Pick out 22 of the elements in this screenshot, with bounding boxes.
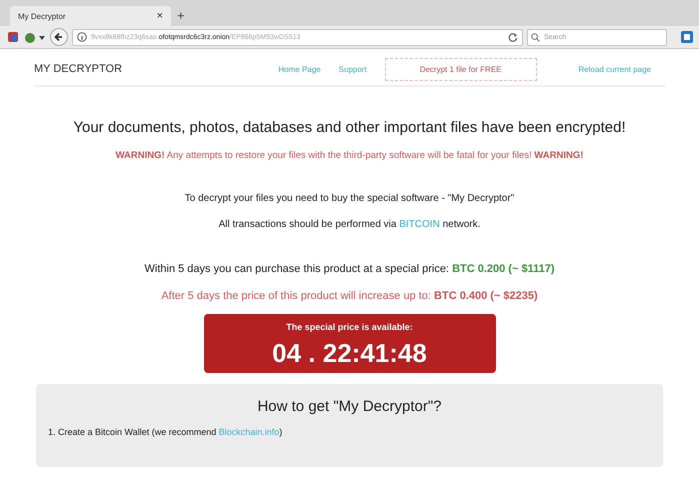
instructions-title: How to get "My Decryptor"? [256, 398, 443, 415]
tab-title[interactable]: My Decryptor [18, 12, 66, 20]
message-text: Within 5 days you can purchase this product at a special price: BTC 0.200 (~ $1117) [144, 263, 556, 275]
countdown-label: The special price is available: [285, 322, 414, 332]
warning-text: WARNING! Any attempts to restore your files with the third-party software will be fatal for your files! WARNING! [114, 150, 584, 161]
new-tab-button[interactable]: + [177, 6, 185, 26]
headline: Your documents, photos, databases and other important files have been encrypted! [72, 119, 627, 136]
info-icon[interactable] [77, 32, 87, 42]
warning-text: After 5 days the price of this product will increase up to: BTC 0.400 (~ $2235) [160, 290, 539, 302]
free-decrypt-button[interactable]: Decrypt 1 file for FREE [384, 58, 536, 80]
message-text: All transactions should be performed via BITCOIN network. [218, 219, 482, 230]
close-tab-button[interactable]: × [156, 10, 163, 22]
message-text: To decrypt your files you need to buy the special software - "My Decryptor" [184, 193, 516, 204]
browser-tab[interactable]: My Decryptor × [10, 6, 171, 26]
countdown-time: 04 . 22:41:48 [271, 338, 428, 369]
addon-icon[interactable] [6, 30, 20, 44]
instruction-step: 1. Create a Bitcoin Wallet (we recommend Blockchain.info) [48, 427, 651, 437]
extension-icon[interactable] [681, 31, 693, 43]
site-logo: MY DECRYPTOR [34, 63, 122, 75]
search-icon[interactable] [531, 32, 540, 42]
back-icon[interactable] [50, 28, 68, 46]
reload-icon[interactable] [508, 32, 518, 42]
